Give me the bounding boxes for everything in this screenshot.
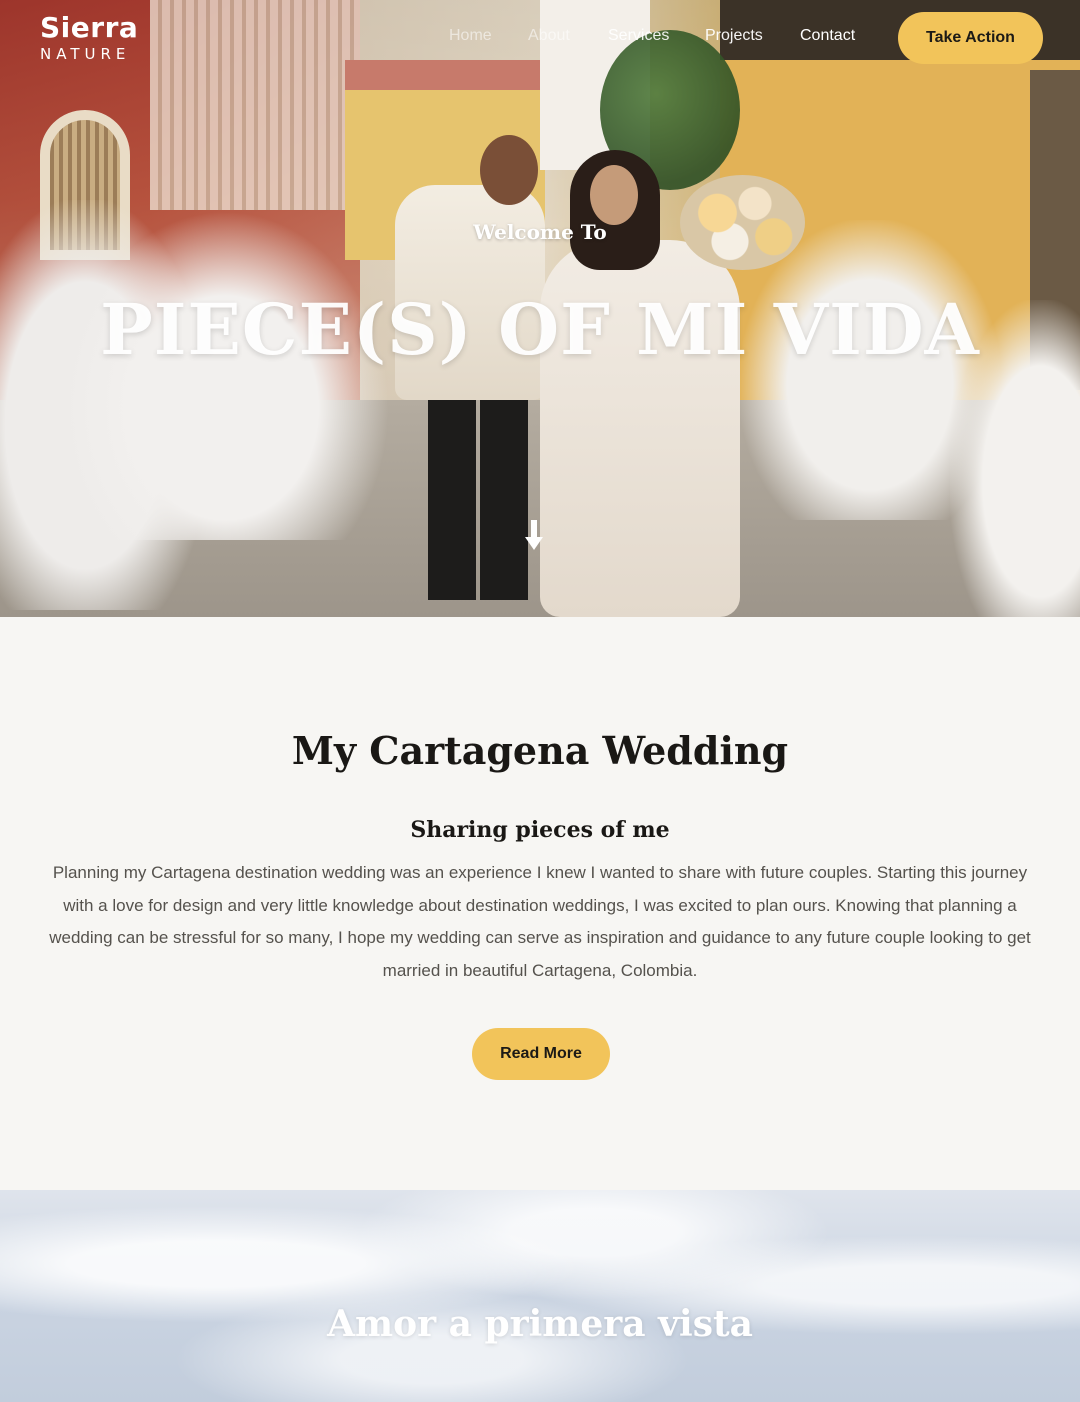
hero-section: Sierra NATURE Home About Services Projec… xyxy=(0,0,1080,617)
nav-item-about[interactable]: About xyxy=(528,27,570,45)
arrow-down-icon[interactable] xyxy=(522,518,546,552)
intro-section: My Cartagena Wedding Sharing pieces of m… xyxy=(0,617,1080,1190)
read-more-button[interactable]: Read More xyxy=(472,1028,610,1080)
nav-item-home[interactable]: Home xyxy=(449,27,492,45)
top-navigation: Sierra NATURE Home About Services Projec… xyxy=(0,0,1080,80)
section-subtitle: Sharing pieces of me xyxy=(410,817,670,843)
brand-tagline: NATURE xyxy=(40,45,131,63)
intro-paragraph: Planning my Cartagena destination weddin… xyxy=(49,863,1031,980)
brand-name: Sierra xyxy=(40,11,139,44)
brand-logo[interactable]: Sierra NATURE xyxy=(40,12,138,64)
hero-eyebrow: Welcome To xyxy=(473,220,607,244)
take-action-button[interactable]: Take Action xyxy=(898,12,1043,64)
nav-item-contact[interactable]: Contact xyxy=(800,27,855,45)
nav-item-projects[interactable]: Projects xyxy=(705,27,763,45)
amor-section: Amor a primera vista xyxy=(0,1190,1080,1402)
amor-section-title: Amor a primera vista xyxy=(327,1303,753,1345)
section-title: My Cartagena Wedding xyxy=(291,728,789,773)
nav-item-services[interactable]: Services xyxy=(608,27,669,45)
hero-title: PIECE(S) OF MI VIDA xyxy=(100,288,980,371)
